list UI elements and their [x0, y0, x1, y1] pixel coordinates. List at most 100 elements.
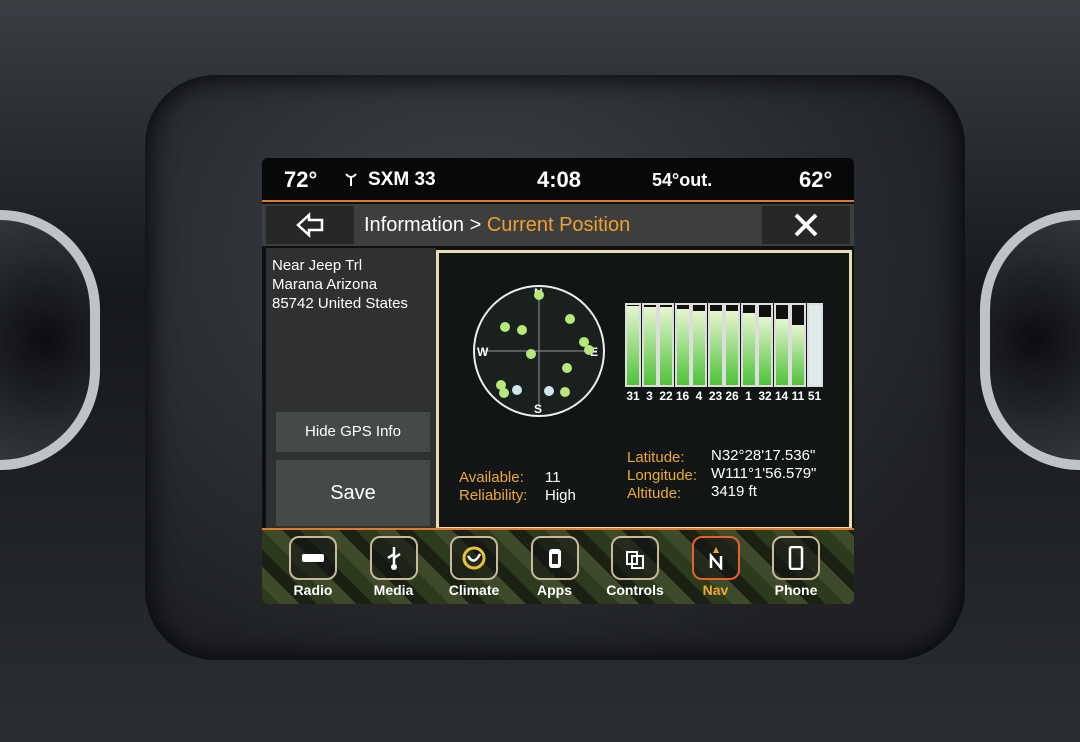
signal-fill: [660, 307, 672, 385]
usb-icon-frame: [369, 536, 418, 580]
altitude-label: Altitude:: [627, 485, 682, 502]
save-button[interactable]: Save: [276, 460, 430, 526]
sxm-icon-frame: [289, 536, 337, 580]
back-button[interactable]: [266, 206, 354, 244]
bottom-dock: Radio Media Climate Apps Controls Nav Phone: [262, 528, 854, 604]
gps-info-panel: N S E W 313221642326132141151 Available:…: [436, 250, 852, 530]
satellite-dot: [499, 388, 509, 398]
usb-icon: [386, 547, 401, 570]
breadcrumb: Information > Current Position: [364, 214, 630, 237]
dock-controls[interactable]: Controls: [600, 536, 670, 598]
satellite-bar: 23: [707, 303, 724, 403]
clock: 4:08: [537, 167, 582, 192]
dock-radio[interactable]: Radio: [278, 536, 348, 598]
dock-media[interactable]: Media: [359, 536, 429, 598]
signal-fill: [726, 311, 738, 385]
dock-label: Nav: [702, 582, 729, 598]
signal-icon: [345, 173, 357, 186]
satellite-bar: 31: [625, 303, 641, 403]
satellite-dot: [584, 345, 594, 355]
breadcrumb-current: Current Position: [486, 214, 631, 236]
address-line: Near Jeep Trl: [272, 257, 363, 274]
apps-icon: [548, 549, 561, 568]
satellite-bar: 26: [724, 303, 740, 403]
satellite-bar: 14: [773, 303, 790, 403]
close-button[interactable]: [762, 206, 850, 244]
address-line: Marana Arizona: [272, 276, 378, 293]
available-value: 11: [545, 469, 561, 486]
climate-icon: [462, 546, 486, 570]
dock-label: Apps: [537, 582, 572, 598]
sxm-icon: [302, 554, 324, 562]
dock-label: Climate: [448, 582, 500, 598]
satellite-dot: [517, 325, 527, 335]
satellite-dot: [534, 290, 544, 300]
outside-temp: 54°out.: [652, 170, 713, 190]
satellite-id: 51: [807, 389, 822, 403]
dock-nav[interactable]: Nav: [681, 536, 751, 598]
climate-icon-frame: [450, 536, 498, 580]
compass-w: W: [477, 345, 489, 359]
satellite-dot: [560, 387, 570, 397]
available-label: Available:: [459, 469, 524, 486]
longitude-label: Longitude:: [627, 467, 698, 484]
controls-icon: [626, 551, 644, 569]
dock-label: Media: [373, 582, 414, 598]
satellite-bar: 1: [740, 303, 757, 403]
satellite-bar: 22: [658, 303, 674, 403]
satellite-sky-plot: N S E W: [473, 285, 605, 417]
satellite-dot: [544, 386, 554, 396]
longitude-value: W111°1'56.579": [711, 465, 817, 482]
signal-fill: [693, 311, 705, 385]
satellite-bar: 3: [641, 303, 658, 403]
address: Near Jeep Trl Marana Arizona 85742 Unite…: [272, 256, 408, 313]
latitude-value: N32°28'17.536": [711, 447, 816, 464]
compass-north-icon: [709, 547, 722, 570]
signal-fill: [709, 311, 722, 385]
signal-fill: [808, 305, 821, 385]
compass-s: S: [534, 402, 542, 416]
signal-fill: [643, 307, 656, 385]
driver-temp[interactable]: 72°: [284, 167, 317, 193]
arrow-left-icon: [296, 212, 324, 238]
hide-gps-info-button[interactable]: Hide GPS Info: [276, 412, 430, 452]
reliability-value: High: [545, 487, 576, 504]
satellite-dot: [526, 349, 536, 359]
address-line: 85742 United States: [272, 295, 408, 312]
satellite-dot: [512, 385, 522, 395]
latitude-label: Latitude:: [627, 449, 685, 466]
passenger-temp[interactable]: 62°: [799, 167, 832, 193]
signal-fill: [792, 325, 804, 385]
satellite-bar: 51: [806, 303, 823, 403]
divider: [262, 200, 854, 202]
signal-fill: [775, 319, 788, 385]
signal-fill: [627, 305, 639, 385]
radio-station: SXM 33: [368, 169, 436, 190]
infotainment-screen: 72° SXM 33 4:08 54°out. 62° Information …: [262, 158, 854, 604]
controls-icon-frame: [611, 536, 659, 580]
reliability-label: Reliability:: [459, 487, 528, 504]
signal-fill: [742, 313, 755, 385]
signal-fill: [759, 317, 771, 385]
status-bar: 72° SXM 33 4:08 54°out. 62°: [262, 158, 854, 200]
satellite-bar: 32: [757, 303, 773, 403]
satellite-bar: 16: [674, 303, 691, 403]
phone-icon: [788, 546, 804, 570]
altitude-value: 3419 ft: [711, 483, 757, 500]
dock-label: Controls: [606, 582, 664, 598]
dock-phone[interactable]: Phone: [761, 536, 831, 598]
dock-label: Phone: [774, 582, 818, 598]
breadcrumb-parent[interactable]: Information >: [364, 214, 487, 236]
phone-icon-frame: [772, 536, 820, 580]
dock-label: Radio: [293, 582, 333, 598]
satellite-bar: 11: [790, 303, 806, 403]
satellite-dot: [562, 363, 572, 373]
compass-north-icon-frame: [691, 536, 740, 580]
satellite-dot: [500, 322, 510, 332]
dock-climate[interactable]: Climate: [439, 536, 509, 598]
dock-apps[interactable]: Apps: [520, 536, 590, 598]
satellite-dot: [565, 314, 575, 324]
signal-fill: [676, 309, 689, 385]
address-panel: Near Jeep Trl Marana Arizona 85742 Unite…: [266, 248, 436, 528]
close-icon: [794, 213, 818, 237]
